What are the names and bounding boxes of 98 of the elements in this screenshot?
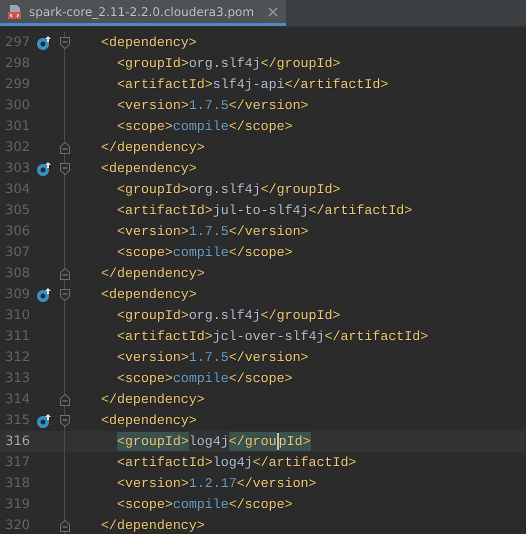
xml-tag: <scope>	[117, 242, 173, 262]
xml-tag: </version>	[236, 474, 317, 494]
xml-tag: <groupId>	[117, 432, 189, 452]
xml-tag: </grou	[228, 432, 277, 452]
line-number: 307	[4, 244, 30, 262]
line-number: 305	[4, 202, 30, 220]
line-number: 297	[4, 34, 30, 52]
xml-tag: </artifactId>	[308, 200, 412, 220]
xml-tag: </groupId>	[260, 306, 340, 326]
line-number: 317	[4, 454, 30, 472]
xml-tag: <artifactId>	[117, 326, 213, 346]
xml-tag: <artifactId>	[117, 452, 213, 472]
tag-value: log4j	[188, 432, 229, 451]
xml-tag: </groupId>	[260, 180, 340, 200]
line-number: 313	[4, 370, 30, 388]
tag-value: jcl-over-slf4j	[212, 328, 324, 346]
xml-tag: <groupId>	[117, 180, 189, 200]
line-number: 314	[4, 390, 30, 409]
xml-tag: <version>	[117, 474, 189, 494]
tag-value: compile	[172, 244, 229, 262]
tag-value: org.slf4j	[188, 306, 261, 325]
line-number: 309	[4, 286, 30, 304]
xml-tag: </artifactId>	[324, 326, 428, 346]
xml-tag: </dependency>	[101, 390, 205, 410]
tag-value: compile	[172, 118, 229, 136]
line-number: 320	[4, 516, 30, 534]
xml-tag: <dependency>	[101, 32, 197, 52]
xml-tag: </scope>	[228, 368, 293, 388]
line-number: 301	[4, 118, 30, 136]
fold-icon[interactable]	[60, 288, 70, 300]
xml-file-icon	[7, 4, 23, 20]
line-number: 311	[4, 328, 30, 346]
xml-tag: <dependency>	[101, 410, 197, 430]
override-marker-icon[interactable]	[36, 34, 52, 50]
line-number: 299	[4, 76, 30, 94]
xml-tag: </artifactId>	[284, 74, 388, 94]
tag-value: compile	[172, 496, 229, 514]
line-number: 302	[4, 138, 30, 157]
line-number: 304	[4, 180, 30, 199]
fold-icon[interactable]	[60, 268, 70, 280]
fold-icon[interactable]	[60, 414, 70, 426]
xml-tag: <artifactId>	[117, 200, 213, 220]
tab-title: spark-core_2.11-2.2.0.cloudera3.pom	[29, 4, 254, 20]
xml-tag: </scope>	[228, 242, 293, 262]
line-number: 306	[4, 222, 30, 241]
xml-tag: <dependency>	[101, 284, 197, 304]
close-icon[interactable]	[268, 6, 278, 16]
xml-tag: <artifactId>	[117, 74, 213, 94]
xml-tag: </scope>	[228, 494, 293, 514]
xml-tag: <scope>	[117, 116, 173, 136]
line-number: 303	[4, 160, 30, 178]
tag-value: 1.2.17	[188, 474, 237, 493]
xml-tag: </dependency>	[101, 138, 205, 158]
override-marker-icon[interactable]	[36, 160, 52, 176]
xml-tag: <version>	[117, 96, 189, 116]
tag-value: log4j	[212, 454, 253, 472]
tag-value: org.slf4j	[188, 54, 261, 73]
override-marker-icon[interactable]	[36, 286, 52, 302]
line-number: 300	[4, 96, 30, 115]
xml-tag: </scope>	[228, 116, 293, 136]
xml-tag: </groupId>	[260, 54, 340, 74]
fold-icon[interactable]	[60, 36, 70, 48]
tag-value: compile	[172, 370, 229, 388]
file-tab[interactable]: spark-core_2.11-2.2.0.cloudera3.pom	[0, 0, 286, 26]
text-cursor	[276, 433, 279, 450]
xml-tag: <version>	[117, 348, 189, 368]
line-number: 316	[4, 432, 30, 451]
xml-tag: </dependency>	[101, 516, 205, 534]
line-number: 318	[4, 474, 30, 493]
xml-tag: </artifactId>	[252, 452, 356, 472]
line-number: 315	[4, 412, 30, 430]
fold-icon[interactable]	[60, 142, 70, 154]
line-number: 308	[4, 264, 30, 283]
xml-tag: </dependency>	[101, 264, 205, 284]
override-marker-icon[interactable]	[36, 412, 52, 428]
xml-tag: <groupId>	[117, 54, 189, 74]
line-number: 312	[4, 348, 30, 367]
tag-value: jul-to-slf4j	[212, 202, 309, 220]
line-number: 310	[4, 306, 30, 325]
xml-tag: <version>	[117, 222, 189, 242]
tag-value: org.slf4j	[188, 180, 261, 199]
fold-icon[interactable]	[60, 520, 70, 532]
tag-value: 1.7.5	[188, 348, 229, 367]
xml-tag: pId>	[278, 432, 311, 452]
fold-icon[interactable]	[60, 394, 70, 406]
xml-tag: </version>	[228, 222, 309, 242]
tag-value: slf4j-api	[212, 76, 285, 94]
xml-tag: </version>	[228, 348, 309, 368]
fold-icon[interactable]	[60, 162, 70, 174]
line-number: 319	[4, 496, 30, 514]
xml-tag: <groupId>	[117, 306, 189, 326]
line-number: 298	[4, 54, 30, 73]
xml-tag: <scope>	[117, 494, 173, 514]
xml-tag: <scope>	[117, 368, 173, 388]
xml-tag: </version>	[228, 96, 309, 116]
tag-value: 1.7.5	[188, 96, 229, 115]
xml-tag: <dependency>	[101, 158, 197, 178]
tag-value: 1.7.5	[188, 222, 229, 241]
